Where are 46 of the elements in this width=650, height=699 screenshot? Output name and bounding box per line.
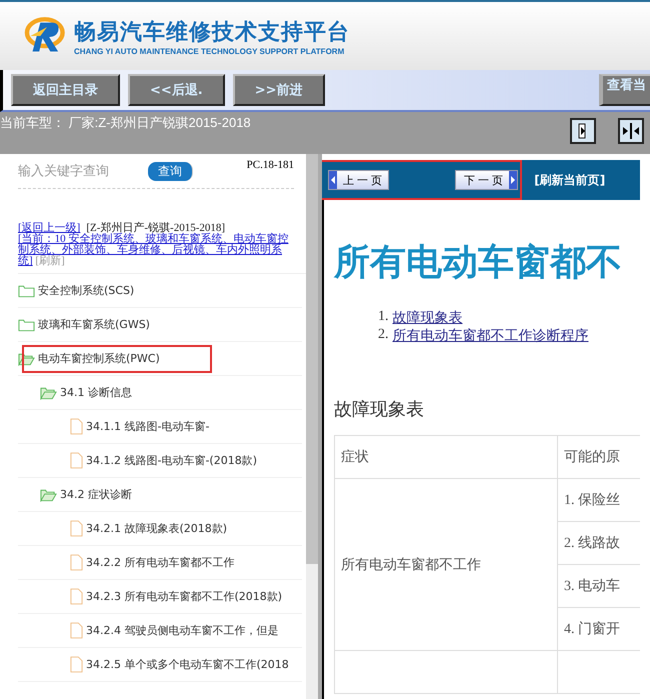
tree-item[interactable]: 34.1.2 线路图-电动车窗-(2018款) (18, 444, 302, 478)
back-link[interactable]: [返回上一级] (18, 223, 80, 234)
tree-item[interactable]: 34.2 症状诊断 (18, 478, 302, 512)
nav-button[interactable]: 返回主目录 (11, 74, 120, 106)
page-code: PC.18-181 (246, 159, 294, 171)
document-icon (70, 656, 83, 673)
table-cell: 所有电动车窗都不工作 (334, 478, 558, 650)
tree-item[interactable]: 安全控制系统(SCS) (18, 274, 302, 308)
tree-item[interactable]: 玻璃和车窗系统(GWS) (18, 308, 302, 342)
vehicle-info: 当前车型： 厂家:Z-郑州日产锐骐2015-2018 (0, 114, 251, 132)
tree-item[interactable]: 34.1 诊断信息 (18, 376, 302, 410)
tree-item[interactable]: 34.2.5 单个或多个电动车窗不工作(2018 (18, 648, 302, 682)
document-icon (70, 452, 83, 469)
tree-item[interactable]: 34.2.4 驾驶员侧电动车窗不工作，但是 (18, 614, 302, 648)
site-title: 畅易汽车维修技术支持平台 (74, 18, 350, 46)
list-number: 1. (378, 309, 388, 326)
document-icon (70, 622, 83, 639)
tree-item[interactable]: 电动车窗控制系统(PWC) (18, 342, 302, 376)
tree-item[interactable]: 34.2.1 故障现象表(2018款) (18, 512, 302, 546)
search-button[interactable]: 查询 (148, 162, 193, 180)
view-button[interactable]: 查看当 (599, 74, 650, 106)
current-path-text[interactable]: [当前：10 安全控制系统、玻璃和车窗系统、电动车窗控制系统、外部装饰、车身维修、后视镜、车内外照明系统] [刷新] (18, 234, 296, 267)
document-icon (70, 418, 83, 435)
collapse-panel-icon[interactable] (570, 118, 596, 144)
table-header: 可能的原 (558, 436, 640, 478)
document-icon (70, 520, 83, 537)
split-view-icon[interactable] (618, 118, 644, 144)
toc-link[interactable]: 所有电动车窗都不工作诊断程序 (392, 327, 588, 345)
tree-item[interactable]: 34.2.2 所有电动车窗都不工作 (18, 546, 302, 580)
document-title: 所有电动车窗都不 (334, 241, 623, 285)
nav-button[interactable]: <<后退. (128, 74, 225, 106)
scrollbar[interactable] (306, 154, 318, 699)
table-header: 症状 (334, 436, 558, 478)
tree-item[interactable]: 34.2.3 所有电动车窗都不工作(2018款) (18, 580, 302, 614)
document-icon (70, 554, 83, 571)
list-number: 2. (378, 327, 388, 344)
model-label: [Z-郑州日产-锐骐-2015-2018] (86, 223, 226, 234)
tree-item[interactable]: 34.1.1 线路图-电动车窗- (18, 410, 302, 444)
site-subtitle: CHANG YI AUTO MAINTENANCE TECHNOLOGY SUPPORT PLATFORM (74, 46, 346, 56)
refresh-page-link[interactable]: [刷新当前页] (534, 172, 606, 188)
document-icon (70, 588, 83, 605)
next-page-button[interactable]: 下 一 页 (455, 170, 518, 190)
section-heading: 故障现象表 (334, 398, 425, 421)
nav-button[interactable]: >>前进 (232, 74, 325, 106)
previous-page-button[interactable]: 上 一 页 (328, 170, 390, 190)
toc-link[interactable]: 故障现象表 (392, 309, 462, 327)
